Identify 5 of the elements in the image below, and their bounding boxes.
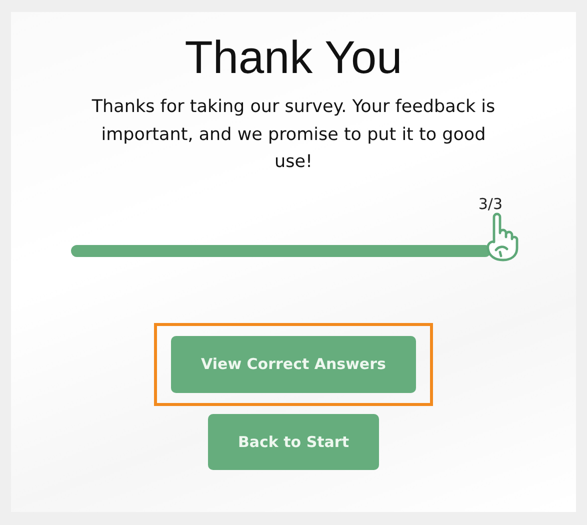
message-text: Thanks for taking our survey. Your feedback is important, and we promise to put it to good use! — [90, 96, 496, 174]
page-title: Thank You — [184, 30, 402, 84]
action-button[interactable]: Back to Start — [208, 414, 379, 470]
action-button[interactable]: View Correct Answers — [171, 336, 416, 392]
progress-reading: 3/3 — [478, 194, 502, 212]
